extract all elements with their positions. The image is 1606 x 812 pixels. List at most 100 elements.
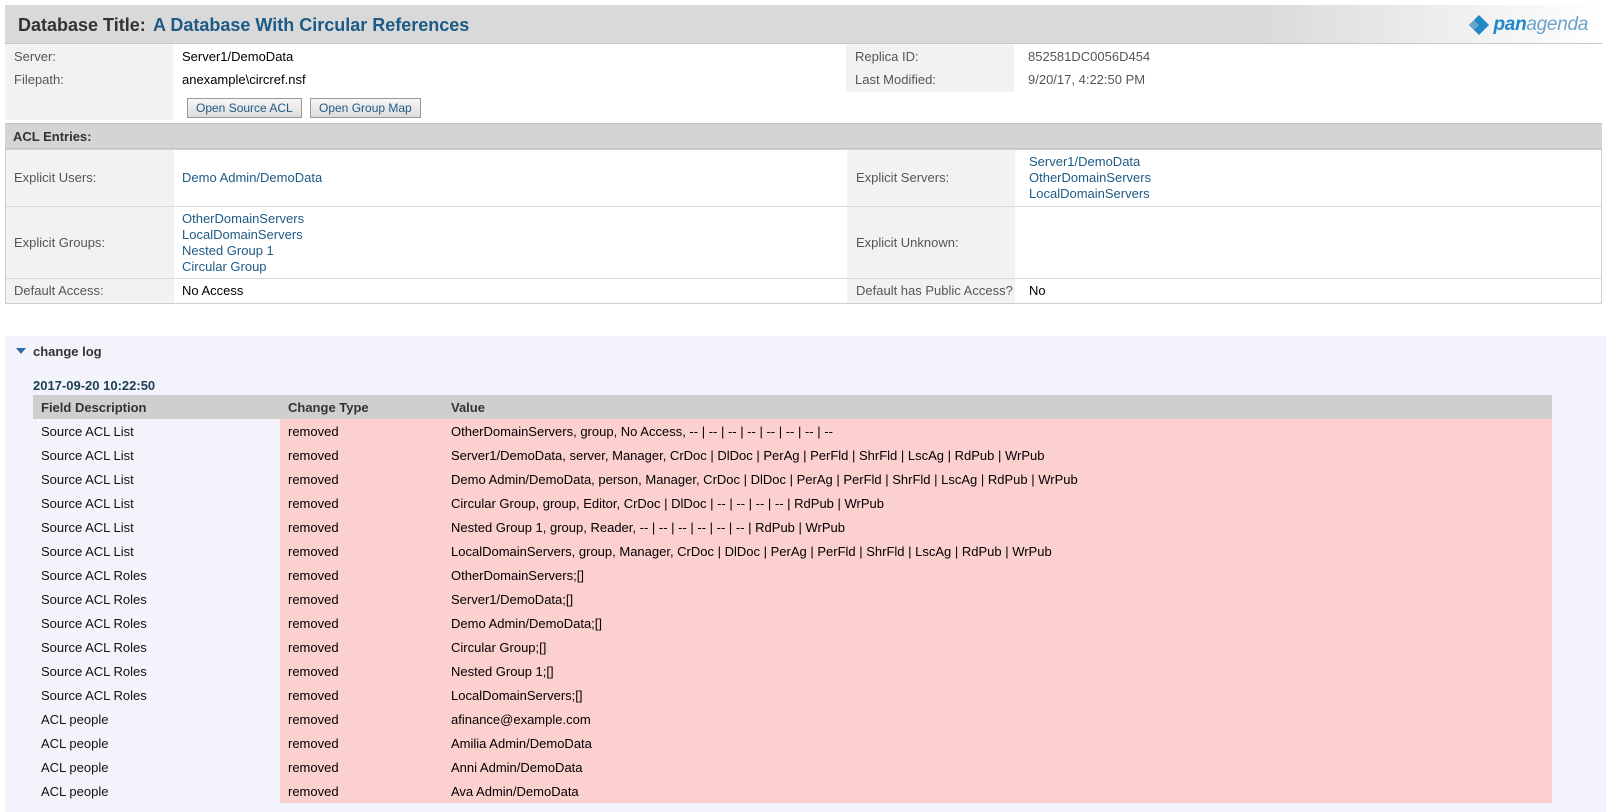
field-description-cell: Source ACL List: [33, 491, 280, 515]
field-description-cell: ACL people: [33, 779, 280, 803]
default-access-label: Default Access:: [14, 283, 104, 298]
table-row: ACL people removed Ava Admin/DemoData: [33, 779, 1552, 803]
database-title-label: Database Title:: [18, 15, 146, 35]
field-description-cell: Source ACL Roles: [33, 587, 280, 611]
server-value: Server1/DemoData: [182, 49, 294, 64]
explicit-group-link[interactable]: OtherDomainServers: [182, 211, 304, 226]
change-type-cell: removed: [280, 539, 443, 563]
table-row: Source ACL List removed OtherDomainServers…: [33, 419, 1552, 443]
value-cell: Server1/DemoData, server, Manager, CrDoc…: [443, 443, 1552, 467]
acl-row-default-access: Default Access: No Access Default has Pu…: [6, 279, 1601, 303]
value-cell: OtherDomainServers, group, No Access, --…: [443, 419, 1552, 443]
replica-id-label: Replica ID:: [855, 49, 919, 64]
value-cell: Amilia Admin/DemoData: [443, 731, 1552, 755]
change-type-cell: removed: [280, 731, 443, 755]
value-cell: Demo Admin/DemoData, person, Manager, Cr…: [443, 467, 1552, 491]
value-cell: Nested Group 1;[]: [443, 659, 1552, 683]
explicit-unknown-label: Explicit Unknown:: [856, 235, 959, 250]
change-type-cell: removed: [280, 779, 443, 803]
explicit-group-link[interactable]: Circular Group: [182, 259, 267, 274]
filepath-label: Filepath:: [14, 72, 64, 87]
value-cell: LocalDomainServers;[]: [443, 683, 1552, 707]
field-description-cell: Source ACL Roles: [33, 611, 280, 635]
filepath-value: anexample\circref.nsf: [182, 72, 306, 87]
server-label: Server:: [14, 49, 56, 64]
field-description-cell: Source ACL Roles: [33, 635, 280, 659]
value-cell: LocalDomainServers, group, Manager, CrDo…: [443, 539, 1552, 563]
explicit-groups-label: Explicit Groups:: [14, 235, 106, 250]
change-type-cell: removed: [280, 683, 443, 707]
explicit-servers-label: Explicit Servers:: [856, 170, 950, 185]
panagenda-logo: panagenda: [1468, 13, 1588, 37]
table-row: Source ACL Roles removed Nested Group 1;[]: [33, 659, 1552, 683]
explicit-group-link[interactable]: Nested Group 1: [182, 243, 274, 258]
default-public-access-label: Default has Public Access?: [856, 283, 1013, 298]
default-access-value: No Access: [182, 283, 244, 298]
last-modified-label: Last Modified:: [855, 72, 936, 87]
open-group-map-button[interactable]: Open Group Map: [310, 98, 421, 118]
explicit-server-link[interactable]: OtherDomainServers: [1029, 170, 1151, 185]
field-description-cell: Source ACL Roles: [33, 683, 280, 707]
change-type-cell: removed: [280, 563, 443, 587]
change-type-cell: removed: [280, 587, 443, 611]
explicit-user-link[interactable]: Demo Admin/DemoData: [182, 170, 322, 185]
table-row: Source ACL List removed Circular Group, gr…: [33, 491, 1552, 515]
explicit-server-link[interactable]: Server1/DemoData: [1029, 154, 1140, 169]
field-description-cell: Source ACL List: [33, 443, 280, 467]
database-title-value: A Database With Circular References: [153, 15, 470, 35]
field-description-cell: Source ACL Roles: [33, 659, 280, 683]
change-log-header-row: Field Description Change Type Value: [33, 395, 1552, 419]
value-cell: OtherDomainServers;[]: [443, 563, 1552, 587]
field-description-cell: Source ACL List: [33, 419, 280, 443]
column-header: Change Type: [280, 395, 443, 419]
table-row: ACL people removed Anni Admin/DemoData: [33, 755, 1552, 779]
acl-row-users-servers: Explicit Users: Demo Admin/DemoData Expl…: [6, 150, 1601, 207]
table-row: Source ACL Roles removed OtherDomainServer…: [33, 563, 1552, 587]
table-row: Source ACL List removed Demo Admin/DemoDat…: [33, 467, 1552, 491]
column-header: Field Description: [33, 395, 280, 419]
logo-text-bold: pan: [1493, 14, 1527, 35]
table-row: Source ACL List removed Nested Group 1, gr…: [33, 515, 1552, 539]
change-type-cell: removed: [280, 419, 443, 443]
field-description-cell: Source ACL List: [33, 467, 280, 491]
acl-entries-title: ACL Entries:: [13, 129, 92, 144]
value-cell: Ava Admin/DemoData: [443, 779, 1552, 803]
acl-entries-table: Explicit Users: Demo Admin/DemoData Expl…: [5, 149, 1602, 304]
open-source-acl-button[interactable]: Open Source ACL: [187, 98, 302, 118]
change-type-cell: removed: [280, 515, 443, 539]
table-row: Source ACL Roles removed Circular Group;[]: [33, 635, 1552, 659]
change-log-panel: change log 2017-09-20 10:22:50 Field Des…: [5, 336, 1606, 812]
field-description-cell: ACL people: [33, 731, 280, 755]
field-description-cell: Source ACL Roles: [33, 563, 280, 587]
change-type-cell: removed: [280, 635, 443, 659]
explicit-group-link[interactable]: LocalDomainServers: [182, 227, 303, 242]
change-type-cell: removed: [280, 755, 443, 779]
explicit-server-link[interactable]: LocalDomainServers: [1029, 186, 1150, 201]
field-description-cell: Source ACL List: [33, 539, 280, 563]
diamond-logo-icon: [1468, 15, 1489, 35]
replica-id-value: 852581DC0056D454: [1028, 49, 1151, 64]
field-description-cell: ACL people: [33, 707, 280, 731]
table-row: Source ACL List removed Server1/DemoData, …: [33, 443, 1552, 467]
field-description-cell: Source ACL List: [33, 515, 280, 539]
value-cell: Anni Admin/DemoData: [443, 755, 1552, 779]
table-row: Source ACL Roles removed Demo Admin/DemoDa…: [33, 611, 1552, 635]
change-type-cell: removed: [280, 443, 443, 467]
table-row: ACL people removed Amilia Admin/DemoData: [33, 731, 1552, 755]
change-log-toggle[interactable]: change log: [33, 344, 102, 359]
value-cell: afinance@example.com: [443, 707, 1552, 731]
value-cell: Demo Admin/DemoData;[]: [443, 611, 1552, 635]
column-header: Value: [443, 395, 1552, 419]
field-description-cell: ACL people: [33, 755, 280, 779]
table-row: Source ACL List removed LocalDomainServers…: [33, 539, 1552, 563]
collapse-triangle-icon[interactable]: [16, 348, 26, 354]
acl-row-groups-unknown: Explicit Groups: OtherDomainServers Loca…: [6, 207, 1601, 279]
value-cell: Circular Group, group, Editor, CrDoc | D…: [443, 491, 1552, 515]
logo-text-light: agenda: [1526, 14, 1588, 35]
title-bar: Database Title: A Database With Circular…: [5, 5, 1602, 44]
change-type-cell: removed: [280, 491, 443, 515]
change-type-cell: removed: [280, 611, 443, 635]
table-row: Source ACL Roles removed LocalDomainServer…: [33, 683, 1552, 707]
acl-entries-header: ACL Entries:: [5, 123, 1602, 149]
value-cell: Server1/DemoData;[]: [443, 587, 1552, 611]
